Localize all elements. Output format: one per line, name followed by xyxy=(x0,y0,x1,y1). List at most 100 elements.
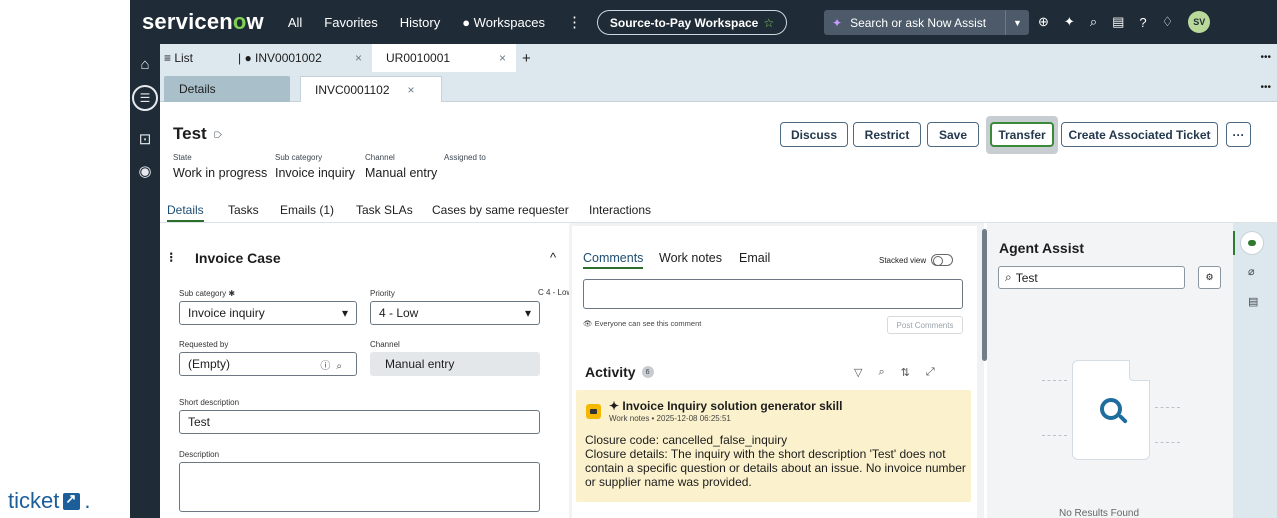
document-icon[interactable]: ▤ xyxy=(1248,295,1258,308)
agent-assist-title: Agent Assist xyxy=(999,240,1085,256)
more-actions-button[interactable]: ··· xyxy=(1226,122,1251,147)
help-icon[interactable]: ? xyxy=(1139,15,1146,30)
nav-more-icon[interactable]: ⋮ xyxy=(567,13,582,31)
post-comments-button[interactable]: Post Comments xyxy=(887,316,963,334)
add-tab-icon[interactable]: + xyxy=(516,44,538,72)
close-icon[interactable]: × xyxy=(355,51,362,65)
assist-sparkle-icon[interactable]: ✦ xyxy=(1064,14,1075,30)
chat-icon[interactable]: ⌕ xyxy=(1090,14,1097,30)
priority-select[interactable]: 4 - Low ▾ xyxy=(370,301,540,325)
sub-category-select-value: Invoice inquiry xyxy=(188,306,265,320)
info-search-icons[interactable]: ⓘ⌕ xyxy=(320,357,348,372)
filter-icon[interactable]: ▽ xyxy=(854,366,862,379)
short-description-input[interactable]: Test xyxy=(179,410,540,434)
sort-icon[interactable]: ⇅ xyxy=(901,366,910,379)
stacked-view-toggle[interactable]: Stacked view xyxy=(879,254,954,266)
attachment-icon[interactable]: ⌀ xyxy=(1248,265,1255,278)
list-icon[interactable]: ☰ xyxy=(132,85,158,111)
entry-title: ✦ Invoice Inquiry solution generator ski… xyxy=(609,399,843,413)
contextual-side-strip: ⌀ ▤ xyxy=(1233,223,1277,518)
tab-details[interactable]: Details xyxy=(167,203,204,222)
close-icon[interactable]: × xyxy=(499,51,506,65)
globe-icon[interactable]: ⊕ xyxy=(1038,14,1049,30)
requested-by-field[interactable]: (Empty) ⓘ⌕ xyxy=(179,352,357,376)
create-associated-ticket-button[interactable]: Create Associated Ticket xyxy=(1061,122,1218,147)
requested-by-label: Requested by xyxy=(179,340,229,349)
tab-interactions[interactable]: Interactions xyxy=(589,203,651,217)
inbox-icon[interactable]: ⊡ xyxy=(130,130,160,148)
nav-workspaces[interactable]: ● Workspaces xyxy=(462,15,545,30)
comment-input[interactable] xyxy=(583,279,963,309)
search-icon[interactable]: ⌕ xyxy=(878,366,884,379)
sparkle-icon: ✦ xyxy=(832,15,843,30)
subtab-details[interactable]: Details xyxy=(164,76,290,102)
ticket-link-label[interactable]: ticket xyxy=(8,488,59,514)
nav-favorites[interactable]: Favorites xyxy=(324,15,377,30)
subtab-invc0001102[interactable]: INVC0001102 × xyxy=(300,76,442,102)
stacked-view-label: Stacked view xyxy=(879,255,927,265)
tab-comments[interactable]: Comments xyxy=(583,251,644,269)
tab-email[interactable]: Email xyxy=(739,251,770,265)
home-icon[interactable]: ⌂ xyxy=(130,56,160,73)
tab-work-notes[interactable]: Work notes xyxy=(659,251,722,265)
log-icon[interactable]: ▤ xyxy=(1112,14,1124,30)
notifications-icon[interactable]: ♢ xyxy=(1162,14,1174,30)
lock-icon xyxy=(586,404,601,419)
workspace-pill[interactable]: Source-to-Pay Workspace ☆ xyxy=(597,10,787,35)
ticket-link[interactable]: ticket . xyxy=(8,488,90,514)
close-icon[interactable]: × xyxy=(408,83,415,97)
dashboard-icon[interactable]: ◉ xyxy=(130,162,160,180)
visibility-note: 👁 Everyone can see this comment xyxy=(583,319,701,328)
tab-list[interactable]: ≡ List xyxy=(160,44,230,72)
record-title: Test ⌂ xyxy=(173,124,226,144)
more-subtabs-icon[interactable]: ••• xyxy=(1260,82,1271,93)
record-title-text: Test xyxy=(173,124,207,143)
content-tabs: Details Tasks Emails (1) Task SLAs Cases… xyxy=(160,200,1100,222)
agent-assist-icon[interactable] xyxy=(1240,231,1264,255)
tab-tasks[interactable]: Tasks xyxy=(228,203,259,217)
nav-history[interactable]: History xyxy=(400,15,440,30)
channel-field-value: Manual entry xyxy=(385,357,455,371)
tab-cases-by-same-requester[interactable]: Cases by same requester xyxy=(432,203,569,217)
sub-category-select[interactable]: Invoice inquiry ▾ xyxy=(179,301,357,325)
sub-category-label: Sub category xyxy=(275,153,323,162)
short-description-label: Short description xyxy=(179,398,240,407)
tab-task-slas[interactable]: Task SLAs xyxy=(356,203,413,217)
now-assist-search[interactable]: ✦ Search or ask Now Assist ▼ xyxy=(824,10,1029,35)
visibility-note-text: Everyone can see this comment xyxy=(594,319,702,328)
collapse-icon[interactable]: ^ xyxy=(550,250,556,265)
agent-assist-search[interactable]: ⌕ Test xyxy=(998,266,1185,289)
servicenow-logo[interactable]: servicenow xyxy=(142,9,264,35)
filter-settings-icon[interactable]: ⚙ xyxy=(1198,266,1221,289)
description-label: Description xyxy=(179,450,220,459)
logo-text-end: w xyxy=(246,9,264,34)
priority-select-value: 4 - Low xyxy=(379,306,419,320)
now-assist-search-label: Search or ask Now Assist xyxy=(850,15,987,30)
save-button[interactable]: Save xyxy=(927,122,979,147)
logo-text-o: o xyxy=(232,9,247,34)
illustration-dash xyxy=(1155,442,1180,443)
toggle-switch[interactable] xyxy=(931,254,954,266)
favorite-star-icon[interactable]: ☆ xyxy=(763,16,774,30)
tab-inv-label: | ● INV0001002 xyxy=(238,51,322,65)
activity-entry: ✦ Invoice Inquiry solution generator ski… xyxy=(576,390,971,502)
channel-value: Manual entry xyxy=(365,166,438,180)
entry-meta: Work notes • 2025-12-08 06:25:51 xyxy=(609,414,731,423)
restrict-button[interactable]: Restrict xyxy=(853,122,921,147)
discuss-button[interactable]: Discuss xyxy=(780,122,848,147)
nav-all[interactable]: All xyxy=(288,15,302,30)
tab-emails[interactable]: Emails (1) xyxy=(280,203,334,217)
tag-icon[interactable]: ⌂ xyxy=(211,130,226,138)
drag-handle-icon[interactable]: ⁝ xyxy=(169,249,173,266)
description-textarea[interactable] xyxy=(179,462,540,512)
expand-icon[interactable]: ⤢ xyxy=(926,366,935,379)
sub-category-value: Invoice inquiry xyxy=(275,166,355,180)
channel-field: Manual entry xyxy=(370,352,540,376)
transfer-button[interactable]: Transfer xyxy=(990,122,1054,147)
user-avatar[interactable]: SV xyxy=(1188,11,1211,33)
outer-page-fragment: ticket . xyxy=(0,0,130,518)
search-dropdown-icon[interactable]: ▼ xyxy=(1005,10,1029,35)
tab-ur0010001[interactable]: UR0010001 × xyxy=(372,44,516,72)
more-tabs-icon[interactable]: ••• xyxy=(1260,52,1271,63)
tab-inv0001002[interactable]: | ● INV0001002 × xyxy=(230,44,372,72)
